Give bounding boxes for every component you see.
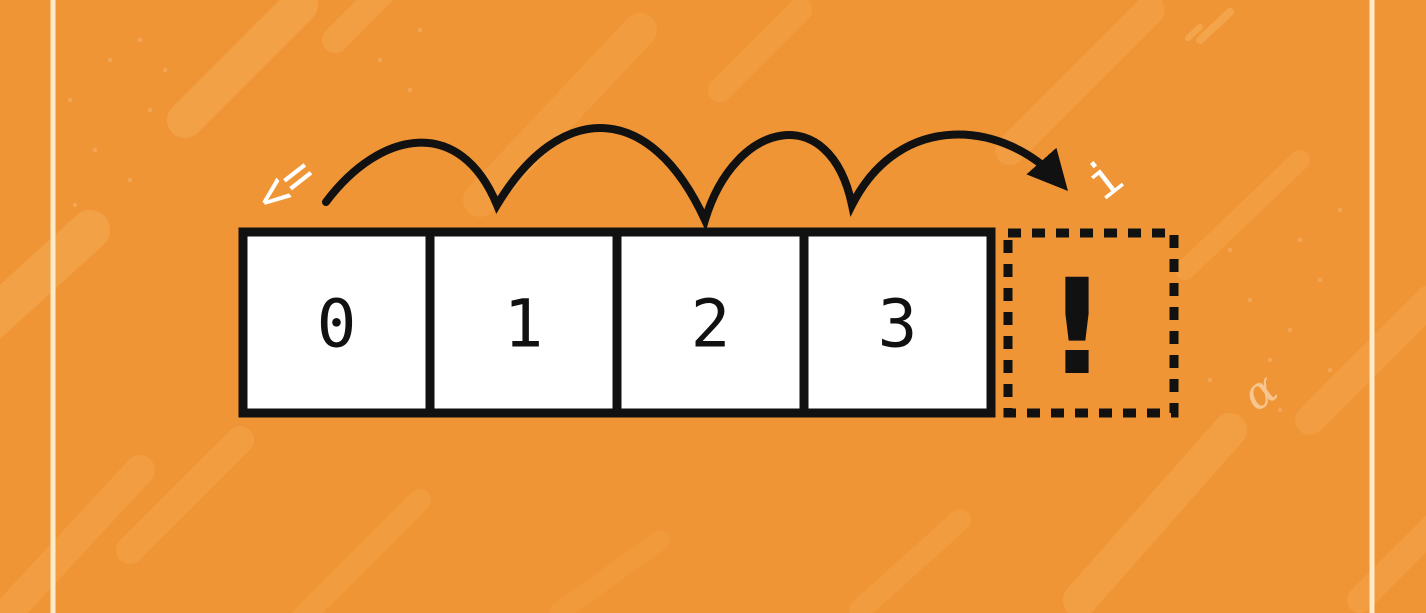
streak: [550, 530, 670, 613]
texture-dot: [1327, 367, 1333, 373]
letter-i-icon: i: [1075, 147, 1134, 211]
texture-dot: [1247, 297, 1253, 303]
array-cells: 0 1 2 3: [238, 227, 996, 418]
streak: [322, 0, 394, 53]
streak: [167, 0, 318, 138]
array-bounds-diagram: 0 1 2 3 ! <= i α: [0, 0, 1426, 613]
array-cell-label: 2: [691, 286, 731, 363]
texture-dot: [72, 202, 78, 208]
streak: [1175, 150, 1310, 280]
array-cell-label: 0: [317, 286, 357, 363]
curved-hop-arrow-icon: [322, 124, 1068, 232]
streak: [1063, 413, 1247, 613]
streak: [1196, 8, 1234, 44]
streak: [849, 509, 971, 613]
streak: [0, 210, 110, 339]
array-cell-label: 1: [504, 286, 544, 363]
texture-dot: [1227, 247, 1233, 253]
texture-dot: [1337, 207, 1343, 213]
texture-dot: [1267, 357, 1273, 363]
texture-dot: [1287, 327, 1293, 333]
texture-dot: [127, 177, 133, 183]
texture-dot: [417, 27, 423, 33]
texture-dot: [107, 57, 113, 63]
texture-dot: [147, 107, 153, 113]
streak: [708, 0, 812, 102]
texture-dot: [67, 97, 73, 103]
streak: [995, 0, 1165, 165]
texture-dot: [1317, 277, 1323, 283]
illustration-canvas: 0 1 2 3 ! <= i α: [0, 0, 1426, 613]
streak: [1295, 285, 1426, 435]
texture-dot: [1207, 377, 1213, 383]
texture-dot: [162, 67, 168, 73]
texture-dot: [407, 87, 413, 93]
array-cell-label: 3: [878, 286, 918, 363]
texture-dot: [377, 57, 383, 63]
texture-dot: [137, 37, 143, 43]
less-than-or-equal-icon: <=: [243, 144, 326, 227]
texture-dot: [1297, 237, 1303, 243]
out-of-bounds-label: !: [1047, 251, 1107, 405]
streak: [463, 13, 657, 217]
alpha-decor-glyph: α: [1233, 363, 1287, 422]
texture-dot: [92, 147, 98, 153]
streak: [291, 489, 431, 613]
